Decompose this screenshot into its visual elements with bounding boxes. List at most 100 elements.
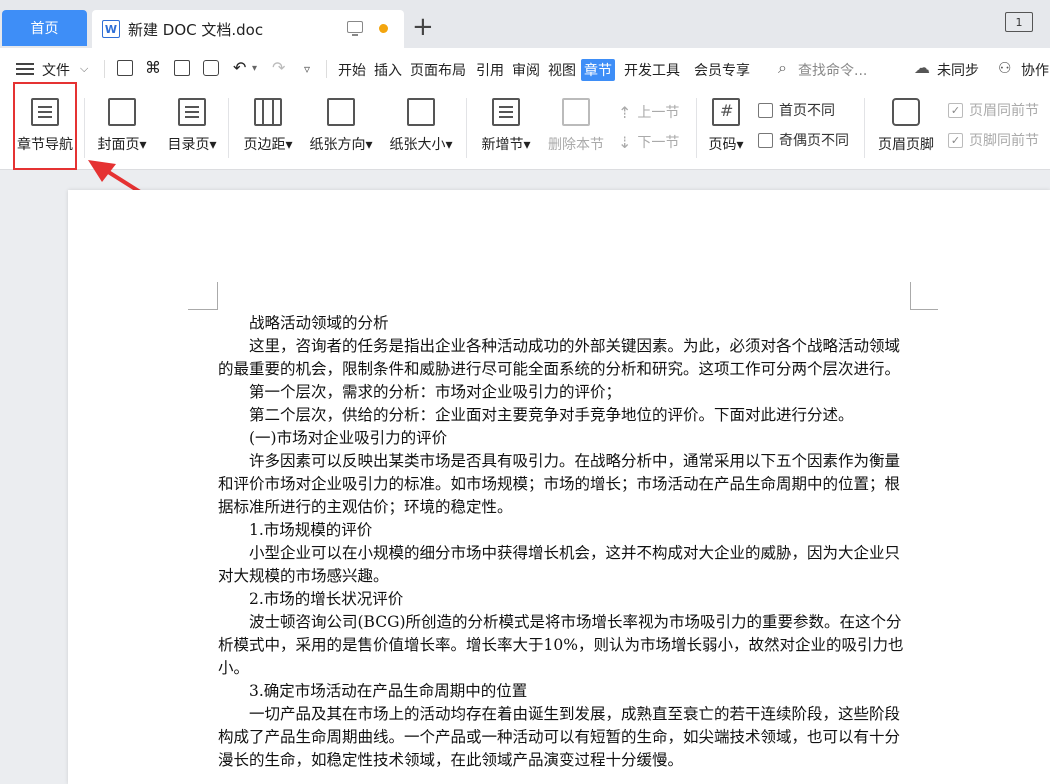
- menu-view[interactable]: 视图: [548, 60, 576, 80]
- menu-member[interactable]: 会员专享: [694, 60, 750, 80]
- menu-insert[interactable]: 插入: [374, 60, 402, 80]
- ribbon-toolbar: 章节导航 封面页▾ 目录页▾ 页边距▾ 纸张方向▾ 纸张大小▾ 新增节▾ 删除本…: [0, 90, 1050, 170]
- doc-paragraph: 一切产品及其在市场上的活动均存在着由诞生到发展，成熟直至衰亡的若干连续阶段，这些…: [218, 705, 901, 769]
- paper-size-button[interactable]: 纸张大小▾: [384, 90, 458, 164]
- doc-paragraph: 小型企业可以在小规模的细分市场中获得增长机会，这并不构成对大企业的威胁，因为大企…: [218, 544, 901, 585]
- paper-size-label: 纸张大小▾: [389, 137, 453, 153]
- next-section-button[interactable]: ⇣ 下一节: [618, 132, 679, 152]
- doc-paragraph: 许多因素可以反映出某类市场是否具有吸引力。在战略分析中，通常采用以下五个因素作为…: [218, 452, 901, 516]
- orientation-icon: [327, 98, 355, 126]
- odd-even-different-label: 奇偶页不同: [779, 133, 849, 149]
- footer-same-label: 页脚同前节: [969, 133, 1039, 149]
- tab-document[interactable]: W 新建 DOC 文档.doc: [92, 10, 404, 48]
- divider: [696, 98, 697, 158]
- doc-paragraph: 1.市场规模的评价: [249, 521, 373, 539]
- header-footer-button[interactable]: 页眉页脚: [872, 90, 940, 164]
- prev-section-icon: ⇡: [618, 102, 632, 122]
- word-doc-icon: W: [102, 20, 120, 38]
- footer-same-as-previous-checkbox[interactable]: ✓ 页脚同前节: [948, 130, 1039, 150]
- menu-file[interactable]: 文件: [42, 60, 70, 80]
- undo-icon[interactable]: ↶: [233, 58, 246, 77]
- cover-page-button[interactable]: 封面页▾: [90, 90, 154, 164]
- delete-section-icon: [562, 98, 590, 126]
- tab-bar: 首页 W 新建 DOC 文档.doc + 1: [0, 0, 1050, 48]
- doc-paragraph: 这里，咨询者的任务是指出企业各种活动成功的外部关键因素。为此，必须对各个战略活动…: [218, 337, 901, 378]
- toc-page-button[interactable]: 目录页▾: [160, 90, 224, 164]
- checkmark-icon: ✓: [948, 132, 963, 148]
- new-tab-button[interactable]: +: [412, 14, 434, 40]
- paper-size-icon: [407, 98, 435, 126]
- collaborate-button[interactable]: 协作: [1021, 60, 1049, 80]
- orientation-button[interactable]: 纸张方向▾: [304, 90, 378, 164]
- document-title: 新建 DOC 文档.doc: [128, 20, 264, 39]
- first-page-different-label: 首页不同: [779, 103, 835, 119]
- doc-paragraph: 2.市场的增长状况评价: [249, 590, 404, 608]
- window-switch-button[interactable]: 1: [1005, 12, 1033, 32]
- format-painter-icon[interactable]: ⌘: [145, 58, 161, 77]
- margin-corner-marker: [910, 282, 938, 310]
- menu-start[interactable]: 开始: [338, 60, 366, 80]
- header-footer-label: 页眉页脚: [878, 137, 934, 153]
- page-number-button[interactable]: 页码▾: [702, 90, 750, 164]
- search-icon: ⌕: [778, 58, 787, 77]
- chevron-down-icon[interactable]: ▾: [252, 63, 257, 74]
- margin-label: 页边距▾: [243, 137, 293, 153]
- cover-page-icon: [108, 98, 136, 126]
- save-icon[interactable]: [117, 60, 133, 76]
- margin-button[interactable]: 页边距▾: [236, 90, 300, 164]
- divider: [104, 60, 105, 78]
- user-icon: ⚇: [998, 59, 1012, 77]
- page-number-label: 页码▾: [708, 137, 744, 153]
- delete-section-button[interactable]: 删除本节: [544, 90, 608, 164]
- prev-section-label: 上一节: [637, 105, 680, 121]
- print-preview-icon[interactable]: [203, 60, 219, 76]
- header-footer-icon: [892, 98, 920, 126]
- menu-reference[interactable]: 引用: [476, 60, 504, 80]
- sync-status[interactable]: 未同步: [937, 60, 979, 80]
- new-section-icon: [492, 98, 520, 126]
- new-section-label: 新增节▾: [481, 137, 531, 153]
- margin-icon: [254, 98, 282, 126]
- doc-paragraph: 第一个层次，需求的分析：市场对企业吸引力的评价；: [249, 383, 622, 401]
- more-icon[interactable]: ▿: [304, 62, 310, 76]
- highlight-box: [13, 82, 77, 170]
- divider: [326, 60, 327, 78]
- divider: [228, 98, 229, 158]
- page-number-icon: [712, 98, 740, 126]
- orientation-label: 纸张方向▾: [309, 137, 373, 153]
- monitor-icon[interactable]: [347, 21, 363, 36]
- doc-paragraph: (一)市场对企业吸引力的评价: [249, 429, 448, 447]
- print-icon[interactable]: [174, 60, 190, 76]
- checkbox-icon: [758, 102, 773, 118]
- tab-home[interactable]: 首页: [2, 10, 87, 46]
- redo-icon[interactable]: ↷: [272, 58, 285, 77]
- doc-paragraph: 波士顿咨询公司(BCG)所创造的分析模式是将市场增长率视为市场吸引力的重要参数。…: [218, 613, 904, 677]
- cover-page-label: 封面页▾: [97, 137, 147, 153]
- document-page[interactable]: 战略活动领域的分析 这里，咨询者的任务是指出企业各种活动成功的外部关键因素。为此…: [68, 190, 1050, 784]
- divider: [84, 98, 85, 158]
- new-section-button[interactable]: 新增节▾: [474, 90, 538, 164]
- toc-label: 目录页▾: [167, 137, 217, 153]
- document-body[interactable]: 战略活动领域的分析 这里，咨询者的任务是指出企业各种活动成功的外部关键因素。为此…: [218, 312, 910, 772]
- next-section-icon: ⇣: [618, 132, 632, 152]
- next-section-label: 下一节: [637, 135, 680, 151]
- delete-section-label: 删除本节: [548, 137, 604, 153]
- chevron-down-icon[interactable]: ⌵: [80, 62, 88, 76]
- doc-paragraph: 第二个层次，供给的分析：企业面对主要竞争对手竞争地位的评价。下面对此进行分述。: [249, 406, 854, 424]
- command-search-input[interactable]: 查找命令...: [798, 60, 867, 80]
- menu-review[interactable]: 审阅: [512, 60, 540, 80]
- header-same-as-previous-checkbox[interactable]: ✓ 页眉同前节: [948, 100, 1039, 120]
- menu-bar: 文件 ⌵ ⌘ ↶ ▾ ↷ ▿ 开始 插入 页面布局 引用 审阅 视图 章节 开发…: [0, 48, 1050, 90]
- doc-paragraph: 3.确定市场活动在产品生命周期中的位置: [249, 682, 528, 700]
- odd-even-different-checkbox[interactable]: 奇偶页不同: [758, 130, 849, 150]
- first-page-different-checkbox[interactable]: 首页不同: [758, 100, 835, 120]
- doc-heading: 战略活动领域的分析: [249, 314, 389, 332]
- hamburger-icon[interactable]: [16, 63, 34, 75]
- prev-section-button[interactable]: ⇡ 上一节: [618, 102, 679, 122]
- menu-section[interactable]: 章节: [581, 59, 615, 81]
- menu-layout[interactable]: 页面布局: [410, 60, 466, 80]
- unsaved-dot-icon: [379, 24, 388, 33]
- menu-developer[interactable]: 开发工具: [624, 60, 680, 80]
- divider: [864, 98, 865, 158]
- cloud-icon: ☁: [914, 58, 930, 77]
